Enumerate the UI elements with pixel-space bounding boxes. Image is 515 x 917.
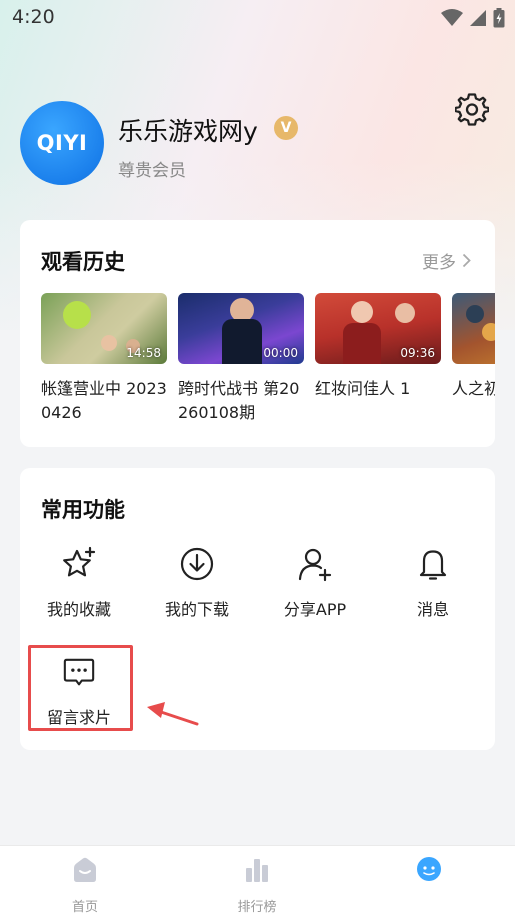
function-grid: 我的收藏 我的下载 分享APP 消息 (20, 546, 495, 619)
avatar-logo-text: QIYI (36, 131, 88, 155)
video-thumbnail[interactable]: 09:36 (315, 293, 441, 364)
favorites-button[interactable]: 我的收藏 (20, 546, 138, 620)
nav-profile[interactable] (379, 856, 479, 896)
vip-badge-icon: V (274, 116, 298, 140)
request-film-button[interactable]: 留言求片 (20, 656, 138, 728)
thumb-figure (101, 335, 117, 351)
thumb-figure (351, 301, 373, 323)
history-item[interactable]: 人之初 看版 (452, 293, 495, 433)
annotation-arrow-icon (147, 702, 199, 726)
avatar[interactable]: QIYI (20, 101, 104, 185)
common-functions-title: 常用功能 (41, 498, 125, 522)
bottom-nav: 首页 排行榜 (0, 845, 515, 917)
history-item[interactable]: 14:58 帐篷营业中 20230426 (41, 293, 167, 433)
history-more-link[interactable]: 更多 (422, 248, 471, 273)
battery-icon (493, 8, 505, 28)
downloads-label: 我的下载 (164, 600, 229, 619)
nav-home-label: 首页 (71, 900, 98, 915)
signal-icon (470, 10, 486, 26)
member-level: 尊贵会员 (118, 161, 186, 181)
thumb-figure (343, 323, 381, 364)
video-duration: 09:36 (400, 346, 435, 360)
messages-button[interactable]: 消息 (374, 546, 492, 620)
video-title: 跨时代战书 第20260108期 (178, 379, 300, 422)
bell-icon (419, 550, 447, 580)
username[interactable]: 乐乐游戏网y (118, 112, 258, 148)
thumb-figure (466, 305, 484, 323)
favorites-label: 我的收藏 (46, 600, 111, 619)
video-title: 人之初 看版 (452, 379, 495, 398)
status-bar: 4:20 (0, 0, 515, 36)
star-plus-icon (63, 546, 96, 577)
video-title: 红妆问佳人 1 (315, 379, 411, 398)
share-app-button[interactable]: 分享APP (256, 546, 374, 620)
video-duration: 00:00 (263, 346, 298, 360)
video-thumbnail[interactable]: 14:58 (41, 293, 167, 364)
profile-face-icon (417, 857, 441, 881)
nav-home[interactable]: 首页 (35, 856, 135, 915)
message-dots-icon (63, 658, 95, 686)
video-title: 帐篷营业中 20230426 (41, 379, 167, 422)
nav-ranking-label: 排行榜 (237, 900, 277, 915)
video-thumbnail[interactable] (452, 293, 495, 364)
request-film-label: 留言求片 (46, 708, 111, 727)
user-add-icon (298, 548, 332, 582)
more-label: 更多 (422, 253, 456, 273)
watch-history-title: 观看历史 (41, 250, 125, 274)
downloads-button[interactable]: 我的下载 (138, 546, 256, 620)
video-thumbnail[interactable]: 00:00 (178, 293, 304, 364)
thumb-figure (482, 323, 495, 341)
history-item[interactable]: 09:36 红妆问佳人 1 (315, 293, 441, 433)
ranking-icon (246, 859, 268, 882)
share-app-label: 分享APP (283, 600, 347, 619)
video-duration: 14:58 (126, 346, 161, 360)
wifi-icon (441, 9, 463, 26)
home-icon (74, 857, 96, 882)
status-time: 4:20 (12, 6, 55, 28)
download-icon (180, 547, 214, 581)
history-list[interactable]: 14:58 帐篷营业中 20230426 00:00 跨时代战书 第202601… (41, 293, 495, 433)
chevron-right-icon (462, 253, 471, 268)
messages-label: 消息 (416, 600, 449, 619)
status-icons (441, 8, 505, 28)
thumb-figure (395, 303, 415, 323)
history-item[interactable]: 00:00 跨时代战书 第20260108期 (178, 293, 304, 433)
nav-ranking[interactable]: 排行榜 (207, 856, 307, 915)
settings-gear-icon[interactable] (455, 92, 489, 126)
thumb-figure (63, 301, 91, 329)
thumb-figure (222, 319, 262, 364)
watch-history-card: 观看历史 更多 14:58 帐篷营业中 20230426 00:00 跨时代战书… (20, 220, 495, 447)
